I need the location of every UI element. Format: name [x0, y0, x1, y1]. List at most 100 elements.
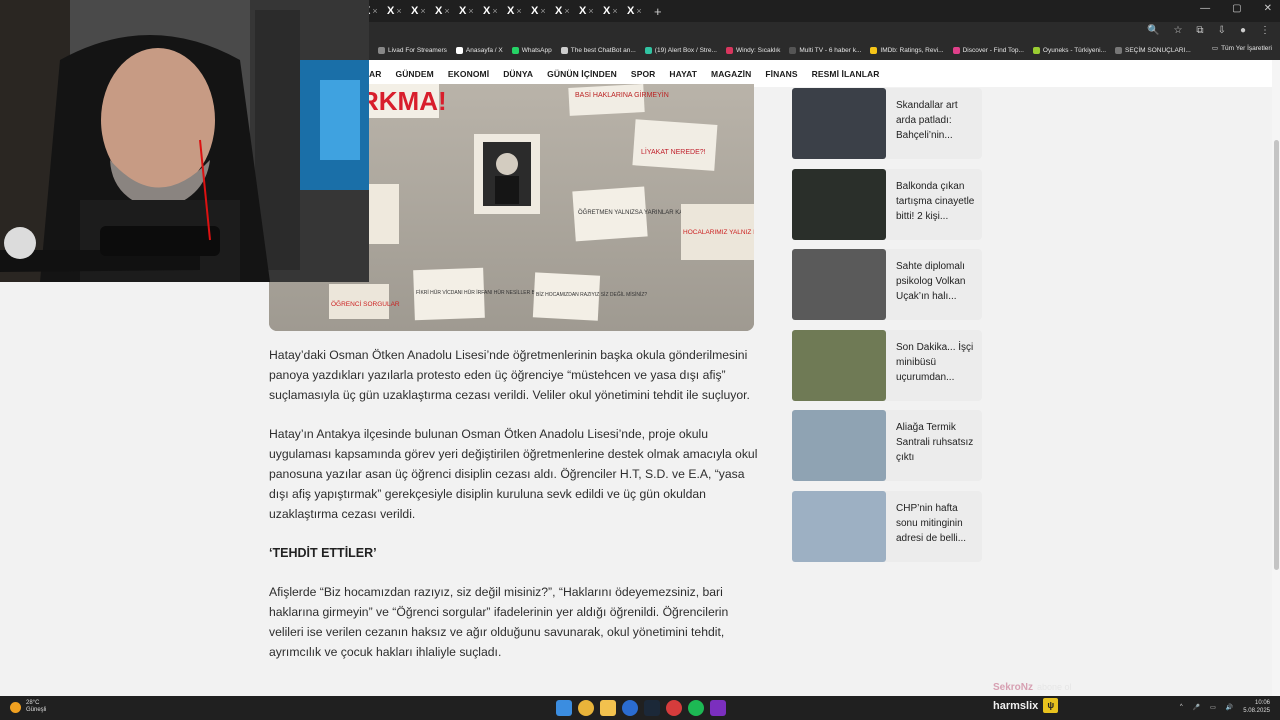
nav-item[interactable]: FİNANS	[765, 69, 797, 79]
tab-close-icon[interactable]: ×	[444, 6, 449, 16]
nav-item[interactable]: AR	[369, 69, 381, 79]
bookmark-item[interactable]: Windy: Sıcaklık	[725, 47, 780, 54]
chrome-icon[interactable]	[578, 700, 594, 716]
related-news-item[interactable]: CHP’nin hafta sonu mitinginin adresi de …	[792, 490, 982, 562]
related-news-item[interactable]: Son Dakika... İşçi minibüsü uçurumdan...	[792, 329, 982, 401]
app-icon[interactable]	[710, 700, 726, 716]
nav-item[interactable]: GÜNÜN İÇİNDEN	[547, 69, 617, 79]
tab-close-icon[interactable]: ×	[612, 6, 617, 16]
tab-close-icon[interactable]: ×	[372, 6, 377, 16]
nav-item[interactable]: SPOR	[631, 69, 656, 79]
bookmark-label: The best ChatBot an...	[570, 47, 636, 54]
browser-tab[interactable]: X×	[600, 2, 624, 20]
hero-sign-1: BASİ HAKLARINA GİRMEYİN	[575, 90, 669, 99]
nav-item[interactable]: HAYAT	[669, 69, 697, 79]
related-news-item[interactable]: Aliağa Termik Santrali ruhsatsız çıktı	[792, 410, 982, 481]
bookmark-item[interactable]: Oyuneks - Türkiyeni...	[1032, 47, 1106, 54]
news-thumbnail[interactable]	[792, 410, 886, 481]
all-bookmarks-button[interactable]: ▭ Tüm Yer İşaretleri	[1212, 44, 1272, 53]
extensions-icon[interactable]: ⧉	[1196, 25, 1203, 36]
bookmark-favicon-icon	[1032, 47, 1040, 54]
bookmark-item[interactable]: Discover - Find Top...	[952, 47, 1024, 54]
bookmark-item[interactable]: SEÇİM SONUÇLARI...	[1115, 47, 1191, 54]
bookmark-item[interactable]: The best ChatBot an...	[560, 47, 636, 54]
tab-close-icon[interactable]: ×	[420, 6, 425, 16]
bookmark-item[interactable]: WhatsApp	[511, 47, 552, 54]
news-title[interactable]: Son Dakika... İşçi minibüsü uçurumdan...	[886, 330, 982, 401]
bookmark-favicon-icon	[455, 47, 463, 54]
browser-tab[interactable]: X×	[384, 2, 408, 20]
browser-tab[interactable]: X×	[624, 2, 648, 20]
tab-close-icon[interactable]: ×	[468, 6, 473, 16]
clock-date: 5.08.2025	[1243, 708, 1270, 714]
maximize-button[interactable]: ▢	[1232, 3, 1241, 14]
x-icon: X	[603, 5, 611, 17]
windows-taskbar: 28°C Güneşli ^ 🎤 ▭ 🔊 10:06 5.08.2025	[0, 696, 1280, 720]
app-icon[interactable]	[666, 700, 682, 716]
weather-widget[interactable]: 28°C Güneşli	[10, 700, 46, 714]
bookmark-item[interactable]: IMDb: Ratings, Revi...	[870, 47, 944, 54]
zoom-icon[interactable]: 🔍	[1147, 25, 1159, 36]
windows-start-icon[interactable]	[556, 700, 572, 716]
tab-close-icon[interactable]: ×	[492, 6, 497, 16]
browser-tab[interactable]: X×	[408, 2, 432, 20]
profile-icon[interactable]: ●	[1240, 25, 1246, 36]
news-thumbnail[interactable]	[792, 168, 886, 240]
spotify-icon[interactable]	[688, 700, 704, 716]
news-thumbnail[interactable]	[792, 329, 886, 401]
nav-item[interactable]: GÜNDEM	[395, 69, 433, 79]
clock[interactable]: 10:06 5.08.2025	[1243, 699, 1270, 715]
scrollbar-thumb[interactable]	[1274, 140, 1279, 570]
browser-tab[interactable]: X×	[480, 2, 504, 20]
download-icon[interactable]: ⇩	[1218, 25, 1226, 36]
news-thumbnail[interactable]	[792, 88, 886, 159]
browser-tab[interactable]: X×	[528, 2, 552, 20]
news-title[interactable]: Balkonda çıkan tartışma cinayetle bitti!…	[886, 169, 982, 240]
browser-tab[interactable]: X×	[552, 2, 576, 20]
browser-tab[interactable]: X×	[504, 2, 528, 20]
tab-close-icon[interactable]: ×	[540, 6, 545, 16]
nav-item[interactable]: RESMİ İLANLAR	[812, 69, 880, 79]
tray-chevron-icon[interactable]: ^	[1180, 704, 1183, 710]
tab-close-icon[interactable]: ×	[564, 6, 569, 16]
article-paragraph-2: Hatay’ın Antakya ilçesinde bulunan Osman…	[269, 427, 758, 521]
new-tab-button[interactable]: +	[654, 4, 662, 19]
tab-close-icon[interactable]: ×	[636, 6, 641, 16]
related-news-item[interactable]: Sahte diplomalı psikolog Volkan Uçak’ın …	[792, 249, 982, 320]
news-title[interactable]: Sahte diplomalı psikolog Volkan Uçak’ın …	[886, 249, 982, 320]
browser-tab[interactable]: X×	[456, 2, 480, 20]
nav-item[interactable]: MAGAZİN	[711, 69, 751, 79]
nav-item[interactable]: EKONOMİ	[448, 69, 489, 79]
bookmark-item[interactable]: (19) Alert Box / Stre...	[644, 47, 717, 54]
menu-icon[interactable]: ⋮	[1260, 25, 1270, 36]
file-explorer-icon[interactable]	[600, 700, 616, 716]
browser-tab[interactable]: X×	[432, 2, 456, 20]
bookmark-item[interactable]: Multi TV - 6 haber k...	[789, 47, 861, 54]
steam-icon[interactable]	[644, 700, 660, 716]
minimize-button[interactable]: —	[1200, 3, 1210, 14]
tab-close-icon[interactable]: ×	[396, 6, 401, 16]
tab-close-icon[interactable]: ×	[516, 6, 521, 16]
hero-sign-6: BİZ HOCAMIZDAN RAZIYIZ SİZ DEĞİL MİSİNİZ…	[536, 291, 647, 298]
app-icon[interactable]	[622, 700, 638, 716]
bookmark-item[interactable]: Anasayfa / X	[455, 47, 503, 54]
close-window-button[interactable]: ✕	[1264, 3, 1272, 14]
news-thumbnail[interactable]	[792, 249, 886, 320]
star-icon[interactable]: ☆	[1173, 25, 1182, 36]
tab-close-icon[interactable]: ×	[588, 6, 593, 16]
related-news-item[interactable]: Balkonda çıkan tartışma cinayetle bitti!…	[792, 168, 982, 240]
bookmark-favicon-icon	[378, 47, 385, 54]
news-thumbnail[interactable]	[792, 490, 886, 562]
bookmark-label: IMDb: Ratings, Revi...	[880, 47, 944, 54]
network-icon[interactable]: ▭	[1210, 704, 1216, 711]
taskbar-apps	[556, 700, 726, 716]
nav-item[interactable]: DÜNYA	[503, 69, 533, 79]
news-title[interactable]: CHP’nin hafta sonu mitinginin adresi de …	[886, 491, 982, 562]
volume-icon[interactable]: 🔊	[1226, 704, 1233, 711]
related-news-item[interactable]: Skandallar art arda patladı: Bahçeli’nin…	[792, 88, 982, 159]
browser-tab[interactable]: X×	[576, 2, 600, 20]
news-title[interactable]: Skandallar art arda patladı: Bahçeli’nin…	[886, 88, 982, 159]
microphone-icon[interactable]: 🎤	[1193, 704, 1200, 711]
bookmark-item[interactable]: Livad For Streamers	[378, 47, 447, 54]
news-title[interactable]: Aliağa Termik Santrali ruhsatsız çıktı	[886, 410, 982, 481]
